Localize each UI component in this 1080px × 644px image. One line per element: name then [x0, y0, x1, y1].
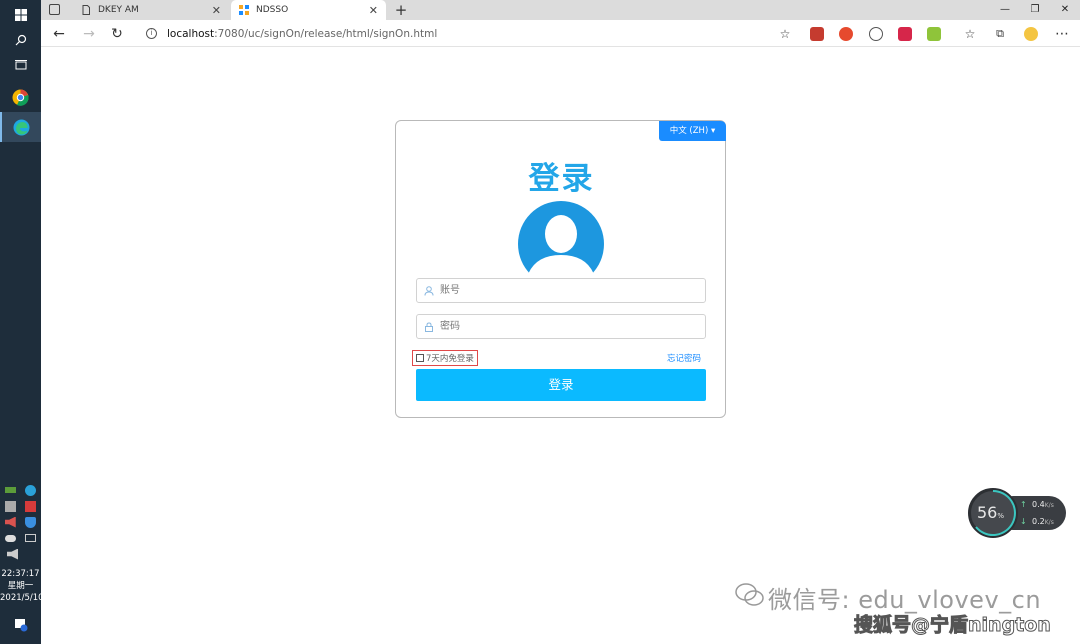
- app-tray-icon[interactable]: [4, 500, 16, 512]
- task-view-icon[interactable]: [0, 50, 41, 80]
- watermark-sohu: 搜狐号@宁盾nington: [854, 614, 1052, 637]
- extension-red-icon[interactable]: [898, 27, 912, 41]
- grid-tray-icon[interactable]: [25, 500, 37, 512]
- caret-down-icon: ▾: [710, 126, 716, 136]
- refresh-button[interactable]: ↻: [106, 23, 128, 45]
- tab-actions-icon[interactable]: [49, 4, 60, 15]
- speaker-red-icon[interactable]: [4, 516, 16, 528]
- tab-ndsso[interactable]: NDSSO ✕: [231, 0, 386, 20]
- password-input[interactable]: [440, 316, 705, 337]
- tray-row-4: [0, 530, 41, 546]
- remember-me[interactable]: 7天内免登录: [412, 350, 478, 366]
- taskbar-clock[interactable]: 22:37:17 星期一 2021/5/10: [0, 568, 44, 604]
- login-card: 中文 (ZH) ▾ 登录 7天内免登录 忘记密码 登录: [395, 120, 726, 418]
- tray-row-1: [0, 482, 41, 498]
- forward-button[interactable]: →: [78, 23, 100, 45]
- ndsso-favicon-icon: [239, 5, 249, 15]
- close-icon[interactable]: ✕: [369, 4, 378, 17]
- remember-label: 7天内免登录: [426, 354, 474, 364]
- tray-row-2: [0, 498, 41, 514]
- user-icon: [424, 285, 434, 296]
- extension-new-icon[interactable]: [810, 27, 824, 41]
- info-icon[interactable]: i: [146, 28, 157, 39]
- password-field[interactable]: [416, 314, 706, 339]
- netmon-percent: 56%: [977, 503, 1005, 522]
- favorites-icon[interactable]: ☆: [959, 23, 981, 45]
- language-dropdown[interactable]: 中文 (ZH) ▾: [659, 121, 726, 141]
- window-close-button[interactable]: ✕: [1047, 0, 1080, 20]
- username-input[interactable]: [440, 280, 705, 301]
- profile-avatar[interactable]: [1024, 27, 1038, 41]
- login-title: 登录: [528, 161, 595, 197]
- nvidia-icon[interactable]: [4, 487, 16, 493]
- windows-taskbar: 22:37:17 星期一 2021/5/10: [0, 0, 44, 644]
- edge-tray-icon[interactable]: [25, 484, 37, 496]
- network-monitor-widget[interactable]: 56% ↑ 0.4K/s ↓ 0.2K/s: [968, 488, 1067, 538]
- tray-row-3: [0, 514, 41, 530]
- browser-tabstrip: DKEY AM ✕ NDSSO ✕ + — ❐ ✕: [41, 0, 1080, 20]
- close-icon[interactable]: ✕: [212, 4, 221, 17]
- upload-arrow-icon: ↑: [1020, 500, 1027, 509]
- extension-cloud-icon[interactable]: [839, 27, 853, 41]
- chrome-canary-icon[interactable]: [0, 82, 41, 112]
- tab-label: DKEY AM: [98, 5, 139, 15]
- address-host: localhost: [167, 27, 215, 40]
- notification-icon[interactable]: [14, 618, 28, 632]
- forgot-password-link[interactable]: 忘记密码: [667, 352, 701, 364]
- add-favorite-icon[interactable]: ☆: [774, 23, 796, 45]
- download-arrow-icon: ↓: [1020, 517, 1027, 526]
- clock-time: 22:37:17: [1, 569, 40, 579]
- network-icon[interactable]: [25, 534, 37, 542]
- more-menu-icon[interactable]: ⋯: [1051, 23, 1073, 45]
- extension-st-icon[interactable]: [927, 27, 941, 41]
- tab-dkey-am[interactable]: DKEY AM ✕: [73, 0, 229, 20]
- tab-label: NDSSO: [256, 5, 289, 15]
- shield-icon[interactable]: [25, 516, 37, 528]
- collections-icon[interactable]: ⧉: [989, 23, 1011, 45]
- upload-rate: 0.4K/s: [1032, 500, 1054, 509]
- cloud-icon[interactable]: [4, 534, 16, 542]
- back-button[interactable]: ←: [48, 23, 70, 45]
- language-label: 中文 (ZH): [669, 126, 709, 136]
- edge-taskbar-icon[interactable]: [0, 112, 41, 142]
- document-icon: [82, 5, 90, 15]
- login-button[interactable]: 登录: [416, 369, 706, 401]
- volume-icon[interactable]: [7, 548, 18, 560]
- download-rate: 0.2K/s: [1032, 517, 1054, 526]
- username-field[interactable]: [416, 278, 706, 303]
- extension-gauge-icon[interactable]: [869, 27, 883, 41]
- address-path: :7080/uc/signOn/release/html/signOn.html: [214, 27, 438, 40]
- clock-date: 2021/5/10: [0, 593, 44, 603]
- lock-icon: [425, 321, 433, 332]
- wechat-logo-icon: [735, 583, 764, 606]
- tray-row-5: [0, 546, 41, 562]
- clock-weekday: 星期一: [7, 581, 34, 591]
- user-avatar-icon: [518, 201, 604, 273]
- new-tab-button[interactable]: +: [392, 0, 410, 20]
- remember-checkbox[interactable]: [416, 354, 424, 362]
- browser-toolbar: ← → ↻ i localhost:7080/uc/signOn/release…: [41, 20, 1080, 47]
- address-bar[interactable]: i localhost:7080/uc/signOn/release/html/…: [136, 23, 801, 44]
